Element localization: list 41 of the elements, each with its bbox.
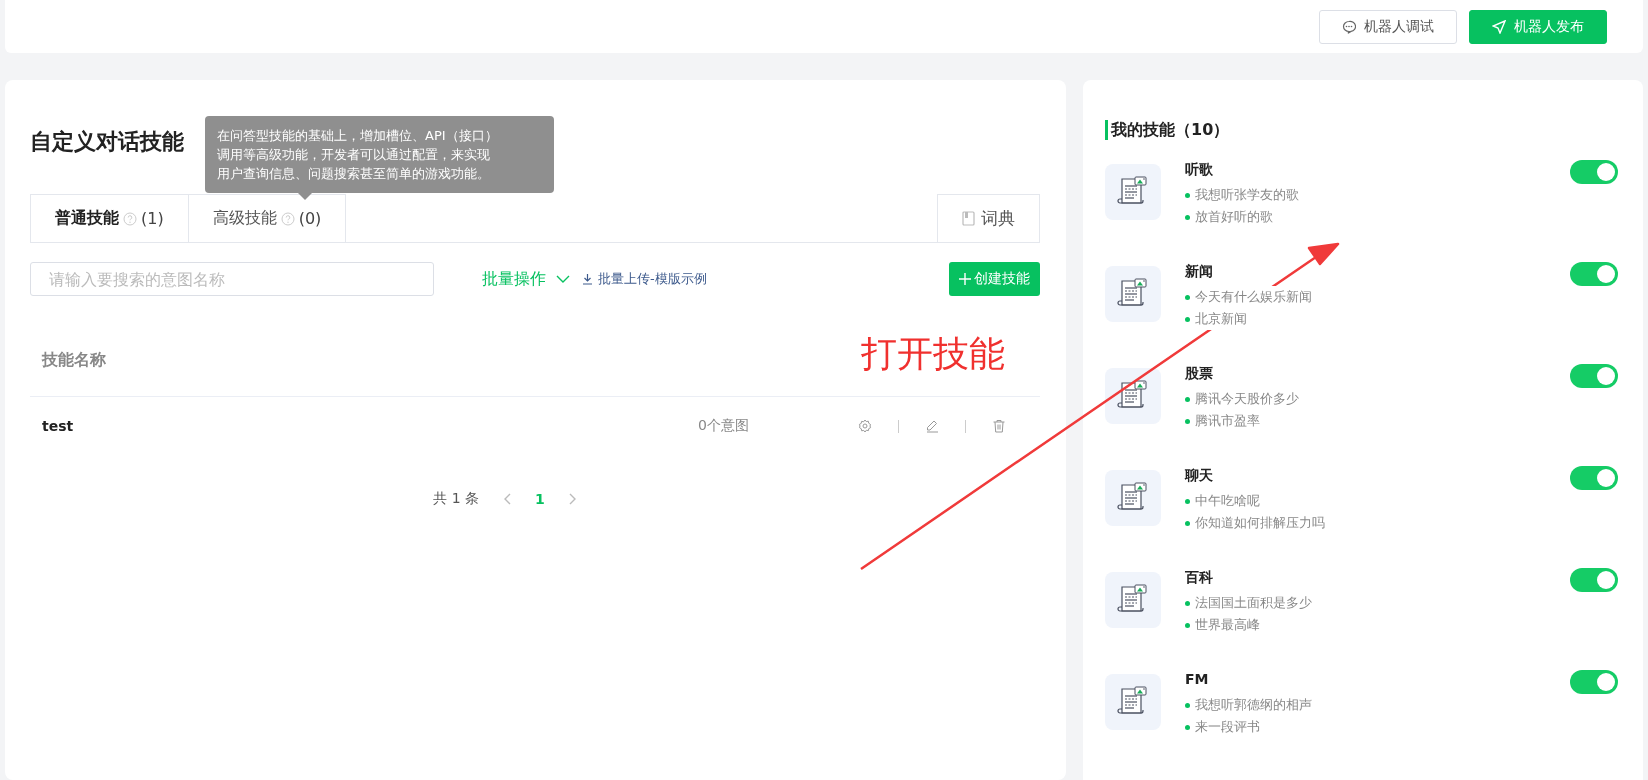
table-cell-text: 0个意图 [698, 417, 750, 435]
tab[interactable]: 高级技能 (0) [188, 194, 347, 242]
column-header: 技能名称 [42, 349, 106, 371]
skill-name: FM [1185, 670, 1209, 688]
dictionary-tab[interactable]: 词典 [937, 194, 1040, 242]
debug-button[interactable]: 机器人调试 [1319, 9, 1457, 44]
toggle-switch[interactable] [1570, 466, 1618, 490]
toggle-switch[interactable] [1570, 160, 1618, 184]
page-title: 自定义对话技能 [30, 128, 184, 156]
chat-bubble-icon [1342, 19, 1356, 34]
toggle-switch[interactable] [1570, 670, 1618, 694]
skill-name: 新闻 [1185, 262, 1213, 280]
toggle-switch[interactable] [1570, 262, 1618, 286]
help-icon [123, 211, 137, 226]
tab[interactable]: 普通技能 (1) [30, 194, 189, 242]
toggle-switch[interactable] [1570, 568, 1618, 592]
plus-icon [959, 273, 971, 285]
chevron-left-icon[interactable] [503, 493, 512, 505]
download-icon [582, 273, 593, 285]
skill-name: 听歌 [1185, 160, 1213, 178]
tooltip: 在问答型技能的基础上，增加槽位、API（接口） 调用等高级功能，开发者可以通过配置，来实现 用户查询信息、问题搜索甚至简单的游戏功能。 [205, 116, 554, 200]
table-cell-text: test [42, 418, 75, 434]
annotation-text: 打开技能 [861, 332, 1005, 376]
book-icon [962, 211, 975, 226]
toggle-switch[interactable] [1570, 364, 1618, 388]
example-phrase: 北京新闻 [1185, 308, 1247, 330]
example-phrase: 今天有什么娱乐新闻 [1185, 286, 1312, 308]
total-count: 共 1 条 [433, 490, 480, 508]
settings-icon[interactable] [858, 419, 872, 433]
template-link[interactable]: 批量上传-模版示例 [582, 270, 707, 288]
help-icon [280, 211, 295, 226]
chevron-right-icon[interactable] [568, 493, 577, 505]
skill-name: 百科 [1185, 568, 1213, 586]
trash-icon[interactable] [992, 419, 1006, 433]
section-title: 我的技能（10） [1105, 120, 1618, 140]
edit-icon[interactable] [925, 419, 939, 433]
skill-name: 聊天 [1185, 466, 1213, 484]
search-field[interactable]: 请输入要搜索的意图名称 [30, 262, 434, 296]
skill-name: 股票 [1185, 364, 1213, 382]
chevron-down-icon [556, 275, 570, 283]
send-icon [1492, 19, 1506, 34]
